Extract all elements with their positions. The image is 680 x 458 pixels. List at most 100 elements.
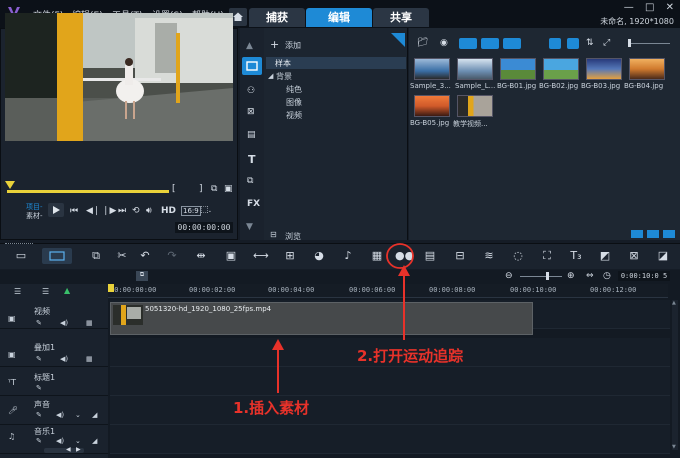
browse-label[interactable]: 浏览 <box>285 231 301 242</box>
filter-video-button[interactable] <box>459 38 477 49</box>
mark-out-icon[interactable]: ] <box>199 184 203 194</box>
timeline-mode-button[interactable] <box>42 248 72 264</box>
scroll-right-icon[interactable]: ▶ <box>76 446 81 453</box>
library-expand-icon[interactable] <box>647 230 659 238</box>
filter-photo-button[interactable] <box>481 38 499 49</box>
edit-icon[interactable]: ✎ <box>36 355 42 363</box>
aspect-icon[interactable]: 16:9 <box>181 206 201 216</box>
maximize-icon[interactable]: □ <box>645 2 654 13</box>
title-lane[interactable] <box>110 367 670 396</box>
resize-icon[interactable]: ⬚. <box>200 205 211 215</box>
zoom-out-icon[interactable]: ⊖ <box>505 271 513 281</box>
screen-record-icon[interactable]: ▣ <box>224 249 238 263</box>
ripple-icon[interactable]: ▦ <box>86 355 93 363</box>
scroll-left-icon[interactable]: ◀ <box>66 446 71 453</box>
mute-icon[interactable]: ◀) <box>56 411 64 419</box>
crop-icon[interactable]: ⊠ <box>627 249 641 263</box>
scroll-down-icon[interactable]: ▼ <box>672 444 676 450</box>
minimize-icon[interactable]: — <box>624 2 634 13</box>
pan-zoom-icon[interactable]: ⛶ <box>540 249 554 263</box>
music-lane[interactable] <box>110 425 670 454</box>
close-icon[interactable]: ✕ <box>666 2 674 13</box>
browse-icon[interactable]: ⊟ <box>270 230 277 239</box>
media-item[interactable] <box>457 58 493 80</box>
tree-item-image[interactable]: 图像 <box>286 97 302 108</box>
zoom-in-icon[interactable]: ⊕ <box>567 271 575 281</box>
prev-frame-icon[interactable]: ◀❘ <box>86 206 100 216</box>
go-end-icon[interactable]: ⏭ <box>118 206 126 216</box>
copy-icon[interactable]: ⧉ <box>89 249 103 263</box>
media-item[interactable] <box>586 58 622 80</box>
media-item[interactable] <box>500 58 536 80</box>
volume-icon[interactable]: 🔊︎ <box>146 206 152 216</box>
thumb-size-slider[interactable] <box>628 43 670 44</box>
mark-in-icon[interactable]: [ <box>172 184 176 194</box>
media-item[interactable] <box>629 58 665 80</box>
filter-audio-button[interactable] <box>503 38 521 49</box>
redo-icon[interactable]: ↷ <box>165 249 179 263</box>
edit-icon[interactable]: ✎ <box>36 384 42 392</box>
go-start-icon[interactable]: ⏮ <box>70 206 78 216</box>
mute-icon[interactable]: ◀) <box>56 437 64 445</box>
preview-timecode[interactable]: 00:00:00:00 <box>175 222 233 233</box>
split-screen-icon[interactable]: ⊞ <box>283 249 297 263</box>
tab-share[interactable]: 共享 <box>373 8 429 27</box>
collapse-icon[interactable]: ⌄ <box>75 437 81 445</box>
instant-project-icon[interactable]: ⚇ <box>247 86 255 96</box>
storyboard-mode-icon[interactable]: ▭ <box>14 249 28 263</box>
hd-toggle[interactable]: HD <box>161 206 176 216</box>
tab-capture[interactable]: 捕获 <box>249 8 305 27</box>
ripple-icon[interactable]: ◢ <box>92 437 97 445</box>
add-label[interactable]: 添加 <box>285 40 301 51</box>
edit-icon[interactable]: ✎ <box>36 411 42 419</box>
mask-icon[interactable]: ◌ <box>511 249 525 263</box>
media-category-button[interactable] <box>242 57 262 75</box>
media-item[interactable] <box>543 58 579 80</box>
library-view-icon[interactable] <box>663 230 675 238</box>
color-grade-icon[interactable]: ◕ <box>312 249 326 263</box>
sort-icon[interactable]: ⇅ <box>586 38 594 48</box>
play-button[interactable] <box>48 203 64 217</box>
fit-timeline-icon[interactable]: ⇹ <box>194 249 208 263</box>
add-icon[interactable]: + <box>270 38 279 51</box>
zoom-slider[interactable] <box>520 276 562 277</box>
edit-icon[interactable]: ✎ <box>36 437 42 445</box>
multi-cam-icon[interactable]: ▦ <box>370 249 384 263</box>
folder-icon[interactable]: 📁︎ <box>417 38 428 48</box>
scrub-bar[interactable] <box>7 190 169 193</box>
media-item[interactable] <box>457 95 493 117</box>
fit-project-icon[interactable]: ⇔ <box>586 271 594 281</box>
voice-lane[interactable] <box>110 396 670 425</box>
ripple-icon[interactable]: ◢ <box>92 411 97 419</box>
record-icon[interactable]: ◉ <box>440 38 448 48</box>
zoom-handle[interactable] <box>546 272 549 280</box>
snapshot-icon[interactable]: ▣ <box>224 184 233 194</box>
mute-icon[interactable]: ◀) <box>60 319 68 327</box>
add-marker-icon[interactable]: ▲ <box>64 286 70 295</box>
tree-item-video[interactable]: 视频 <box>286 110 302 121</box>
scrub-handle[interactable] <box>5 181 15 189</box>
clock-icon[interactable]: ◷ <box>603 271 611 281</box>
collapse-icon[interactable]: ⌄ <box>75 411 81 419</box>
playhead[interactable] <box>108 284 114 292</box>
list-view-button[interactable] <box>549 38 561 49</box>
tree-item-background[interactable]: 背景 <box>276 71 292 82</box>
time-remap-icon[interactable]: ≋ <box>482 249 496 263</box>
storyboard-view-icon[interactable] <box>631 230 643 238</box>
transition-icon[interactable]: ⊠ <box>247 107 255 117</box>
track-manager-icon[interactable]: ☰ <box>14 287 21 296</box>
thumb-size-handle[interactable] <box>628 39 631 47</box>
transition-tool-icon[interactable]: ◩ <box>598 249 612 263</box>
scroll-down-icon[interactable]: ▼ <box>246 222 253 232</box>
media-item[interactable] <box>414 58 450 80</box>
edit-icon[interactable]: ✎ <box>36 319 42 327</box>
repeat-icon[interactable]: ⟲ <box>132 206 140 216</box>
split-icon[interactable]: ⧉ <box>211 184 217 194</box>
title-icon[interactable]: T <box>248 153 256 166</box>
thumb-view-button[interactable] <box>567 38 579 49</box>
tree-item-solid-color[interactable]: 纯色 <box>286 84 302 95</box>
undo-icon[interactable]: ↶ <box>138 249 152 263</box>
3d-title-icon[interactable]: T₃ <box>569 249 583 263</box>
tree-item-sample[interactable]: 样本 <box>275 58 291 69</box>
next-frame-icon[interactable]: ❘▶ <box>102 206 116 216</box>
